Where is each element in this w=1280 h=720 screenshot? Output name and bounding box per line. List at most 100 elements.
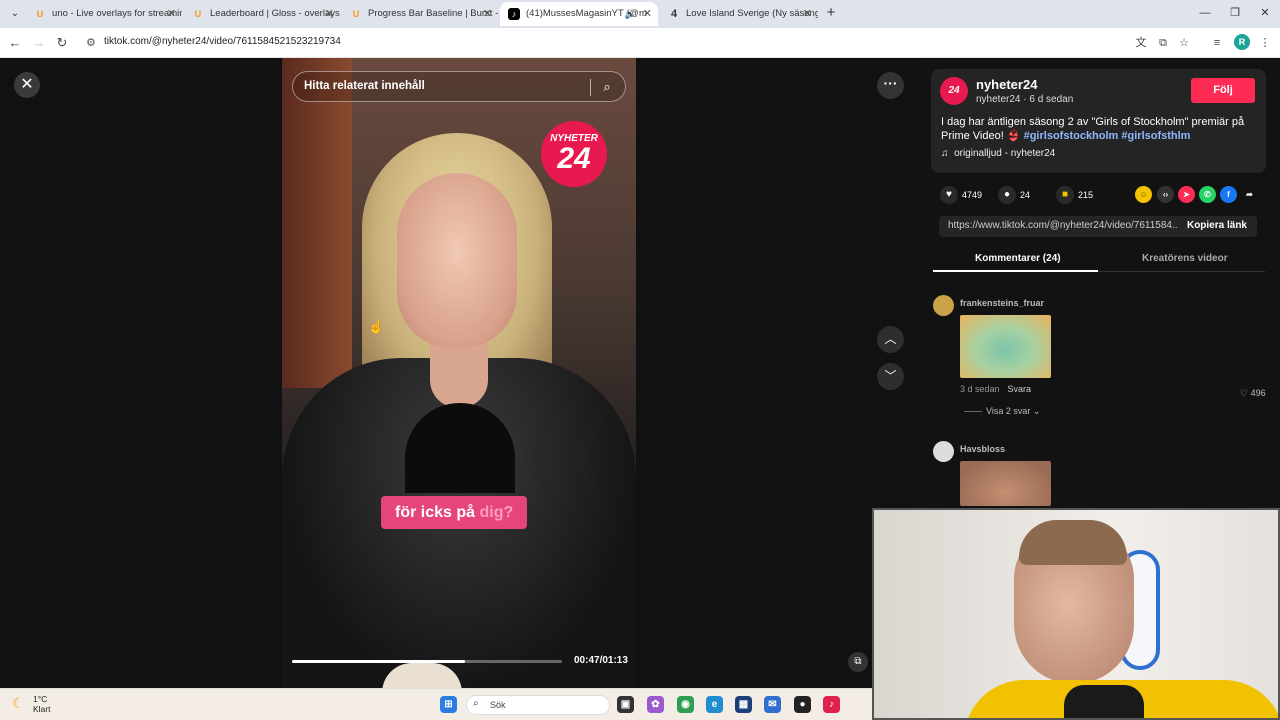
browser-tab[interactable]: U uno - Live overlays for streamin ✕ [26, 2, 182, 26]
obs-icon[interactable]: ● [794, 696, 811, 713]
browser-tab-bar: ⌄ U uno - Live overlays for streamin ✕ U… [0, 0, 1280, 28]
chevron-down-icon[interactable]: ﹀ [877, 363, 904, 390]
tiktok-icon: ♪ [508, 8, 520, 20]
video-viewer: ✕ Hitta relaterat innehåll ⌕ NYHETER 24 … [0, 58, 918, 688]
comment-bubble-icon: ● [998, 186, 1016, 204]
hashtags[interactable]: #girlsofstockholm #girlsofsthlm [1024, 130, 1191, 142]
browser-tab-active[interactable]: ♪ (41)MussesMagasinYT (@m 🔊 ✕ [500, 2, 658, 26]
embed-code-icon[interactable]: ‹› [1157, 186, 1174, 203]
commenter-avatar[interactable] [933, 295, 954, 316]
commenter-name[interactable]: frankensteins_fruar [960, 298, 1044, 308]
close-tab-icon[interactable]: ✕ [643, 2, 652, 26]
save-stat[interactable]: ■ 215 [1056, 186, 1093, 204]
streamer-hair [1019, 520, 1127, 565]
reload-icon[interactable]: ↻ [53, 34, 71, 52]
translate-icon[interactable]: 文 [1133, 35, 1149, 51]
speaker-icon[interactable]: 🔊 [625, 2, 636, 26]
video-progress-bar[interactable] [292, 660, 562, 663]
site-info-icon[interactable]: ⚙ [86, 36, 96, 49]
emoji-share-icon[interactable]: ☺ [1135, 186, 1152, 203]
forward-arrow-icon[interactable]: → [30, 34, 48, 52]
u-logo-icon: U [194, 9, 202, 19]
whatsapp-icon[interactable]: ✆ [1199, 186, 1216, 203]
video-progress-fill [292, 660, 465, 663]
comment-like-count[interactable]: ♡ 496 [1240, 388, 1266, 399]
taskbar-search-input[interactable]: ⌕ Sök [466, 695, 610, 715]
windows-start-icon[interactable]: ⊞ [440, 696, 457, 713]
copilot-icon[interactable]: ✿ [647, 696, 664, 713]
restore-icon[interactable]: ❐ [1220, 4, 1250, 22]
li-icon: 4 [670, 8, 678, 20]
new-tab-button[interactable]: + [822, 4, 840, 22]
task-view-icon[interactable]: ▣ [617, 696, 634, 713]
share-link-text: https://www.tiktok.com/@nyheter24/video/… [948, 220, 1178, 231]
browser-tab[interactable]: U Progress Bar Baseline | Burst - ✕ [342, 2, 498, 26]
post-info-card: 24 nyheter24 nyheter24 · 6 d sedan Följ … [931, 69, 1266, 173]
heart-outline-icon: ♡ [1240, 388, 1249, 398]
post-description: I dag har äntligen säsong 2 av "Girls of… [941, 116, 1245, 142]
weather-widget[interactable]: 1°C Klart [33, 694, 50, 714]
back-arrow-icon[interactable]: ← [6, 34, 24, 52]
taskbar: ☾ 1°C Klart ⊞ ⌕ Sök ▣ ✿ ◉ e ▦ ✉ ● ♪ [0, 688, 872, 720]
close-tab-icon[interactable]: ✕ [167, 2, 176, 26]
related-search-input[interactable]: Hitta relaterat innehåll ⌕ [292, 71, 626, 102]
panel-tabs: Kommentarer (24) Kreatörens videor [933, 248, 1265, 272]
tiktok-studio-icon[interactable]: ♪ [823, 696, 840, 713]
store-icon[interactable]: ▦ [735, 696, 752, 713]
tab-comments[interactable]: Kommentarer (24) [975, 253, 1061, 264]
send-icon[interactable]: ➤ [1178, 186, 1195, 203]
outlook-icon[interactable]: ✉ [764, 696, 781, 713]
close-window-icon[interactable]: ✕ [1250, 4, 1280, 22]
video-timecode: 00:47/01:13 [574, 655, 628, 666]
video-background [282, 58, 352, 388]
microphone [1064, 685, 1144, 718]
moon-icon[interactable]: ☾ [12, 695, 25, 712]
url-text: tiktok.com/@nyheter24/video/761158452152… [104, 36, 341, 47]
bookmark-star-icon[interactable]: ☆ [1176, 35, 1192, 51]
edge-icon[interactable]: e [706, 696, 723, 713]
chrome-icon[interactable]: ◉ [677, 696, 694, 713]
browser-tab[interactable]: U Leaderboard | Gloss - overlays.u ✕ [184, 2, 340, 26]
view-replies-button[interactable]: Visa 2 svar ⌄ [964, 406, 1040, 417]
like-stat[interactable]: ♥ 4749 [940, 186, 982, 204]
close-tab-icon[interactable]: ✕ [483, 2, 492, 26]
menu-dots-icon[interactable]: ⋮ [1257, 35, 1273, 51]
commenter-name[interactable]: Havsbloss [960, 444, 1005, 454]
author-avatar[interactable]: 24 [940, 77, 968, 105]
url-field[interactable]: ⚙ tiktok.com/@nyheter24/video/7611584521… [80, 32, 1160, 54]
comment-image[interactable] [960, 461, 1051, 506]
search-icon: ⌕ [473, 698, 479, 709]
tab-search-icon[interactable]: ⌄ [6, 5, 24, 23]
video-player[interactable]: Hitta relaterat innehåll ⌕ NYHETER 24 fö… [282, 58, 636, 688]
chevron-up-icon[interactable]: ︿ [877, 326, 904, 353]
share-arrow-icon[interactable]: ➦ [1241, 186, 1258, 203]
music-label[interactable]: ♫ originalljud - nyheter24 [941, 148, 1055, 159]
comment-sticker-image[interactable] [960, 315, 1051, 378]
commenter-avatar[interactable] [933, 441, 954, 462]
video-subject-neck [430, 338, 488, 408]
facebook-icon[interactable]: f [1220, 186, 1237, 203]
reading-list-icon[interactable]: ≡ [1209, 35, 1225, 51]
close-tab-icon[interactable]: ✕ [325, 2, 334, 26]
close-tab-icon[interactable]: ✕ [803, 2, 812, 26]
author-name[interactable]: nyheter24 [976, 77, 1037, 92]
reply-button[interactable]: Svara [1008, 384, 1032, 394]
comment-stat[interactable]: ● 24 [998, 186, 1030, 204]
minimize-icon[interactable]: — [1190, 4, 1220, 22]
install-app-icon[interactable]: ⧉ [1155, 35, 1171, 51]
follow-button[interactable]: Följ [1191, 78, 1255, 103]
more-options-icon[interactable]: ··· [877, 72, 904, 99]
bookmark-icon: ■ [1056, 186, 1074, 204]
browser-tab[interactable]: 4 Love Island Sverige (Ny säsong ✕ [660, 2, 818, 26]
video-caption: för icks på dig? [381, 496, 528, 529]
profile-avatar[interactable]: R [1234, 34, 1250, 50]
tab-creator-videos[interactable]: Kreatörens videor [1142, 253, 1228, 264]
music-note-icon: ♫ [941, 148, 949, 159]
nyheter24-logo: NYHETER 24 [541, 121, 607, 187]
address-bar: ← → ↻ ⚙ tiktok.com/@nyheter24/video/7611… [0, 28, 1280, 58]
search-icon[interactable]: ⌕ [597, 77, 617, 97]
mini-player-icon[interactable]: ⧉ [848, 652, 868, 672]
chevron-down-icon: ⌄ [1032, 406, 1041, 416]
copy-link-button[interactable]: Kopiera länk [1187, 220, 1247, 231]
close-icon[interactable]: ✕ [14, 72, 40, 98]
